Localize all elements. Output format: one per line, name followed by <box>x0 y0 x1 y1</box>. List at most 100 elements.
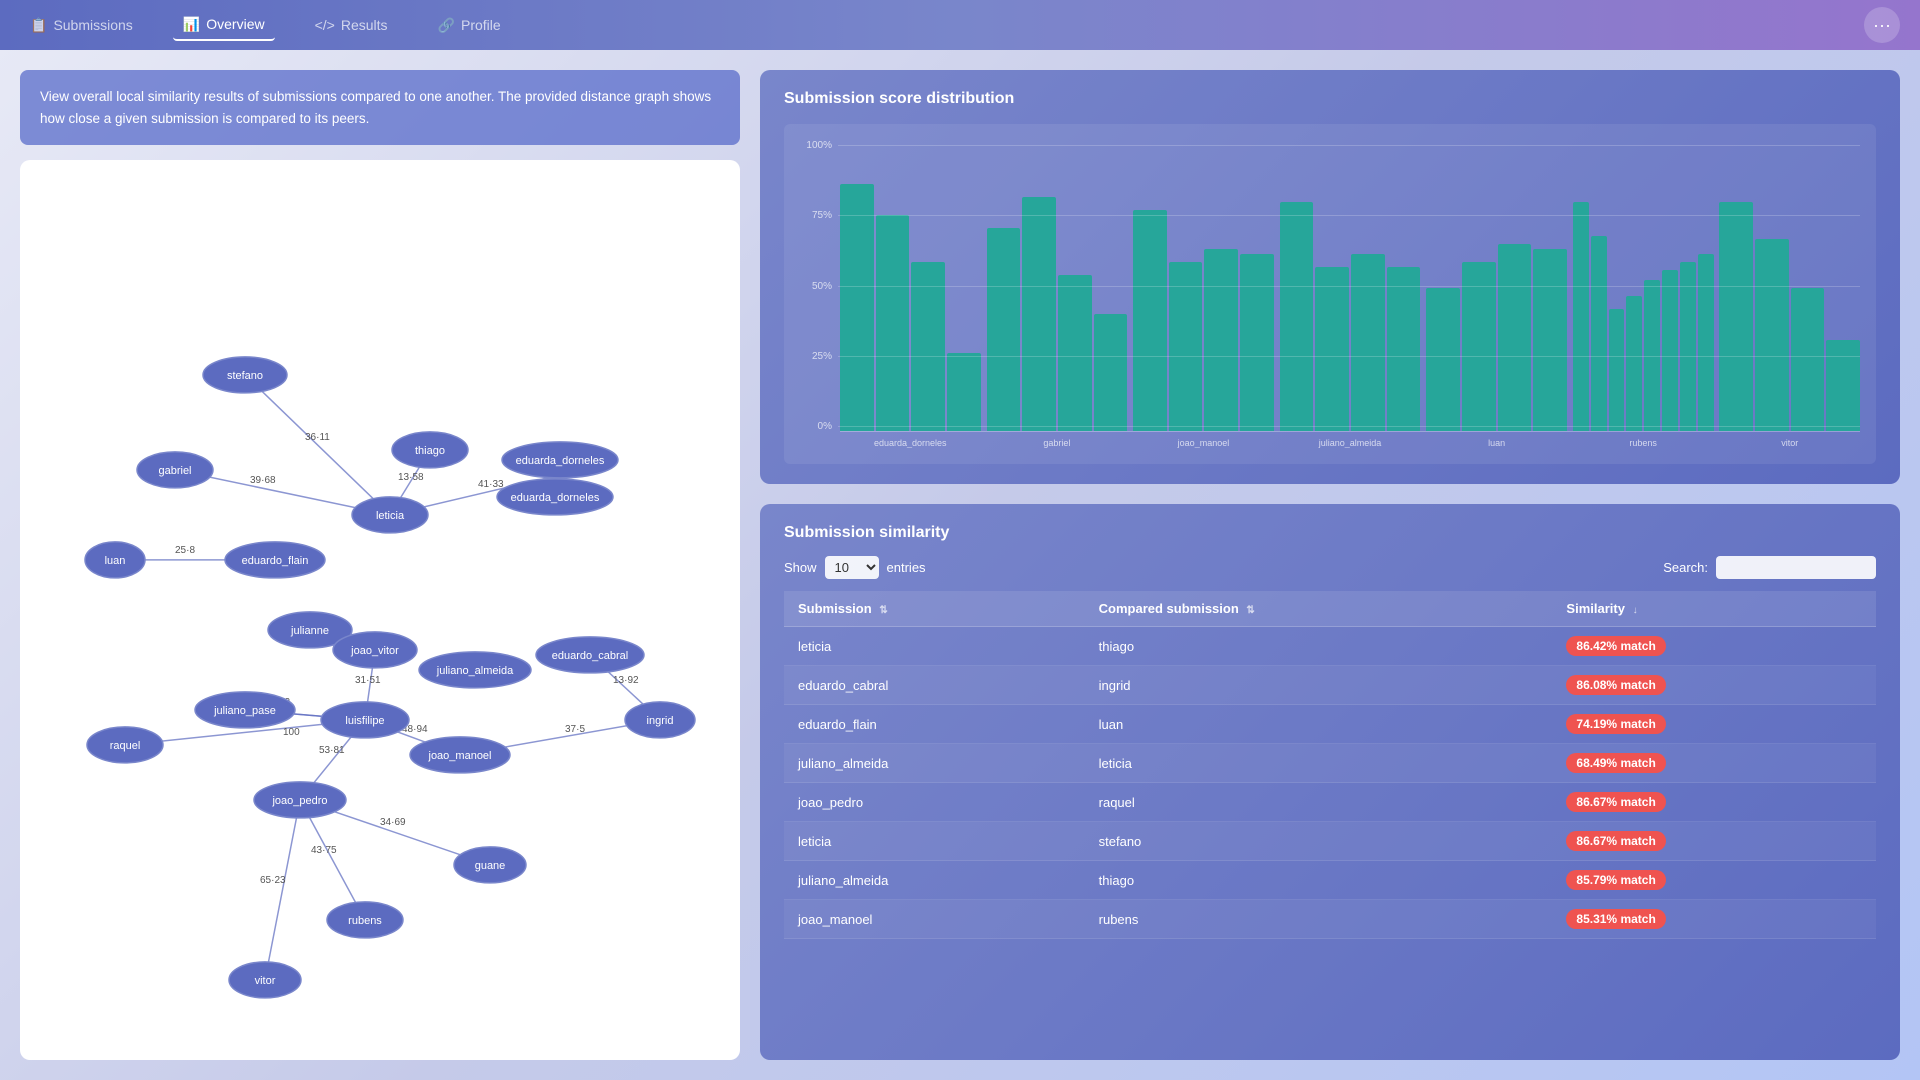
match-badge: 68.49% match <box>1566 753 1665 773</box>
cell-compared: thiago <box>1085 627 1553 666</box>
table-row: leticia stefano 86.67% match <box>784 822 1876 861</box>
tab-overview[interactable]: 📊 Overview <box>173 10 275 41</box>
info-text: View overall local similarity results of… <box>40 89 711 126</box>
cell-compared: stefano <box>1085 822 1553 861</box>
tab-results-label: Results <box>341 17 388 33</box>
left-panel: View overall local similarity results of… <box>20 70 740 1060</box>
show-text: Show <box>784 560 817 575</box>
col-compared[interactable]: Compared submission ⇅ <box>1085 591 1553 627</box>
node-label-stefano: stefano <box>227 370 263 382</box>
cell-match: 85.31% match <box>1552 900 1876 939</box>
cell-compared: rubens <box>1085 900 1553 939</box>
node-label-juliano-almeida: juliano_almeida <box>436 665 514 677</box>
node-label-thiago: thiago <box>415 445 445 457</box>
node-label-luisfilipe: luisfilipe <box>345 715 384 727</box>
right-panel: Submission score distribution 100%75%50%… <box>760 70 1900 1060</box>
table-row: eduardo_flain luan 74.19% match <box>784 705 1876 744</box>
node-label-gabriel: gabriel <box>158 465 191 477</box>
edge-label-gabriel-leticia: 39·68 <box>250 475 276 486</box>
edge-label-joaopedro-vitor: 65·23 <box>260 875 286 886</box>
match-badge: 85.31% match <box>1566 909 1665 929</box>
cell-submission: leticia <box>784 822 1085 861</box>
col-submission[interactable]: Submission ⇅ <box>784 591 1085 627</box>
table-row: leticia thiago 86.42% match <box>784 627 1876 666</box>
match-badge: 74.19% match <box>1566 714 1665 734</box>
show-label: Show 10 25 50 100 entries <box>784 556 926 579</box>
node-label-eduardo-cabral: eduardo_cabral <box>552 650 628 662</box>
submissions-icon: 📋 <box>30 17 47 34</box>
table-row: juliano_almeida leticia 68.49% match <box>784 744 1876 783</box>
node-label-juliano-pase: juliano_pase <box>213 705 276 717</box>
overview-icon: 📊 <box>183 16 200 33</box>
cell-compared: thiago <box>1085 861 1553 900</box>
cell-compared: leticia <box>1085 744 1553 783</box>
table-row: eduardo_cabral ingrid 86.08% match <box>784 666 1876 705</box>
chart-box: Submission score distribution 100%75%50%… <box>760 70 1900 484</box>
similarity-table: Submission ⇅ Compared submission ⇅ Simil… <box>784 591 1876 939</box>
cell-match: 86.67% match <box>1552 783 1876 822</box>
cell-match: 86.08% match <box>1552 666 1876 705</box>
edge-label-stefano-leticia: 36·11 <box>305 432 330 443</box>
chart-title: Submission score distribution <box>784 90 1876 108</box>
cell-match: 86.67% match <box>1552 822 1876 861</box>
tab-profile[interactable]: 🔗 Profile <box>428 11 511 40</box>
edge-label-100: 100 <box>283 727 300 738</box>
sort-compared-icon: ⇅ <box>1246 605 1254 616</box>
cell-match: 68.49% match <box>1552 744 1876 783</box>
cell-submission: joao_pedro <box>784 783 1085 822</box>
nav-bar: 📋 Submissions 📊 Overview </> Results 🔗 P… <box>0 0 1920 50</box>
node-label-eduardo-flain: eduardo_flain <box>242 555 309 567</box>
match-badge: 86.67% match <box>1566 792 1665 812</box>
cell-match: 85.79% match <box>1552 861 1876 900</box>
tab-results[interactable]: </> Results <box>305 11 398 39</box>
match-badge: 86.67% match <box>1566 831 1665 851</box>
cell-compared: ingrid <box>1085 666 1553 705</box>
node-label-rubens: rubens <box>348 915 382 927</box>
cell-submission: eduardo_cabral <box>784 666 1085 705</box>
node-label-joao-vitor: joao_vitor <box>350 645 399 657</box>
graph-box: 36·11 39·68 13·58 41·33 25·8 13·92 53·81… <box>20 160 740 1060</box>
cell-submission: juliano_almeida <box>784 744 1085 783</box>
node-label-eduarda1: eduarda_dorneles <box>516 455 605 467</box>
info-box: View overall local similarity results of… <box>20 70 740 145</box>
edge-label-joaovitor-luisfilipe: 31·51 <box>355 675 381 686</box>
table-controls: Show 10 25 50 100 entries Search: <box>784 556 1876 579</box>
edge-label-thiago-leticia: 13·58 <box>398 472 424 483</box>
tab-submissions[interactable]: 📋 Submissions <box>20 11 143 40</box>
edge-joaopedro-vitor <box>265 800 300 980</box>
search-input[interactable] <box>1716 556 1876 579</box>
cell-compared: raquel <box>1085 783 1553 822</box>
table-row: juliano_almeida thiago 85.79% match <box>784 861 1876 900</box>
sort-similarity-icon: ↓ <box>1633 605 1638 616</box>
node-label-luan: luan <box>105 555 126 567</box>
cell-match: 86.42% match <box>1552 627 1876 666</box>
search-text: Search: <box>1663 560 1708 575</box>
cell-submission: juliano_almeida <box>784 861 1085 900</box>
cell-match: 74.19% match <box>1552 705 1876 744</box>
node-label-julianne: julianne <box>290 625 329 637</box>
edge-label-luan-eduardo: 25·8 <box>175 545 195 556</box>
node-label-ingrid: ingrid <box>647 715 674 727</box>
node-label-joao-manoel: joao_manoel <box>428 750 492 762</box>
node-label-eduarda2: eduarda_dorneles <box>511 492 600 504</box>
tab-profile-label: Profile <box>461 17 501 33</box>
similarity-box: Submission similarity Show 10 25 50 100 … <box>760 504 1900 1060</box>
chart-area: 100%75%50%25%0%eduarda_dornelesgabrieljo… <box>784 124 1876 464</box>
match-badge: 86.08% match <box>1566 675 1665 695</box>
col-similarity[interactable]: Similarity ↓ <box>1552 591 1876 627</box>
node-label-leticia: leticia <box>376 510 405 522</box>
table-row: joao_pedro raquel 86.67% match <box>784 783 1876 822</box>
node-label-raquel: raquel <box>110 740 141 752</box>
more-options-button[interactable]: ··· <box>1864 7 1900 43</box>
sort-submission-icon: ⇅ <box>879 605 887 616</box>
edge-label-joaomanoel-ingrid: 37·5 <box>565 724 585 735</box>
cell-submission: eduardo_flain <box>784 705 1085 744</box>
edge-label-luisfilipe-joaopedro: 53·81 <box>319 745 345 756</box>
entries-text: entries <box>887 560 926 575</box>
entries-select[interactable]: 10 25 50 100 <box>825 556 879 579</box>
tab-submissions-label: Submissions <box>53 17 132 33</box>
search-label: Search: <box>1663 556 1876 579</box>
table-row: joao_manoel rubens 85.31% match <box>784 900 1876 939</box>
edge-label-eduardocabral-ingrid: 13·92 <box>613 675 639 686</box>
graph-svg: 36·11 39·68 13·58 41·33 25·8 13·92 53·81… <box>30 170 730 1050</box>
